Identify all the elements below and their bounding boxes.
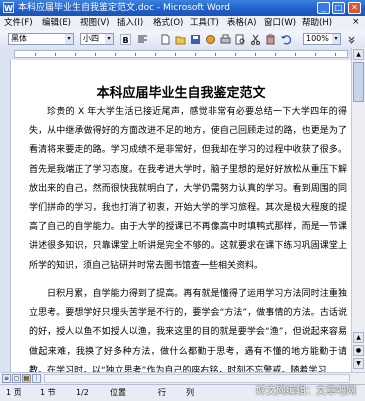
chevron-down-icon: ▾ — [332, 34, 340, 44]
menu-table[interactable]: 表格(A) — [227, 18, 256, 29]
cut-icon[interactable] — [250, 34, 261, 45]
status-page: 1 页 — [6, 388, 22, 397]
open-folder-icon[interactable] — [175, 34, 186, 45]
font-name-dropdown[interactable]: 黑体 ▾ — [8, 33, 74, 45]
outline-view-icon[interactable]: ⋮ — [32, 374, 41, 383]
menu-edit[interactable]: 编辑(E) — [42, 18, 71, 29]
vertical-ruler[interactable] — [0, 60, 11, 372]
menu-tools[interactable]: 工具(T) — [190, 18, 219, 29]
scroll-thumb[interactable] — [353, 62, 364, 102]
font-name-value: 黑体 — [11, 34, 27, 43]
browse-object-icon[interactable]: ● — [353, 345, 364, 356]
status-page-of: 1/2 — [76, 388, 89, 397]
menu-file[interactable]: 文件(F) — [4, 18, 33, 29]
prev-page-icon[interactable]: ▲ — [353, 332, 364, 343]
print-icon[interactable] — [220, 34, 231, 45]
document-title: 本科应届毕业生自我鉴定范文 — [96, 86, 266, 101]
toolbar-options-icon[interactable] — [346, 34, 357, 45]
status-section: 1 节 — [40, 388, 56, 397]
menu-bar: 文件(F) 编辑(E) 视图(V) 插入(I) 格式(O) 工具(T) 表格(A… — [0, 16, 365, 32]
font-size-value: 小四 — [83, 34, 99, 43]
font-size-dropdown[interactable]: 小四 ▾ — [80, 33, 114, 45]
status-column: 列 — [186, 388, 194, 397]
ruler-scale — [14, 50, 348, 58]
menu-help[interactable]: 帮助(H) — [302, 18, 332, 29]
zoom-value: 100% — [306, 34, 329, 43]
menu-format[interactable]: 格式(O) — [153, 18, 183, 29]
menu-insert[interactable]: 插入(I) — [117, 18, 143, 29]
menu-window[interactable]: 窗口(W) — [264, 18, 296, 29]
horizontal-scrollbar[interactable] — [44, 374, 350, 383]
status-position: 位置 — [110, 388, 126, 397]
menu-view[interactable]: 视图(V) — [80, 18, 109, 29]
maximize-button[interactable]: □ — [332, 2, 345, 14]
status-line: 行 — [158, 388, 166, 397]
print-layout-icon[interactable]: ▤ — [22, 374, 31, 383]
web-view-icon[interactable]: ◻ — [12, 374, 21, 383]
toolbar: 黑体 ▾ 小四 ▾ B 100% ▾ — [0, 31, 365, 49]
title-bar: W 本科应届毕业生自我鉴定范文.doc - Microsoft Word _ □… — [0, 0, 365, 16]
document-page[interactable]: 本科应届毕业生自我鉴定范文 珍贵的 X 年大学生活已接近尾声，感觉非常有必要总结… — [11, 60, 351, 372]
zoom-dropdown[interactable]: 100% ▾ — [303, 33, 341, 45]
watermark: 好文网编辑：文章吧网 — [256, 386, 356, 397]
permission-icon[interactable] — [205, 34, 216, 45]
doc-close-icon[interactable]: × — [352, 17, 360, 28]
new-document-icon[interactable] — [160, 34, 171, 45]
minimize-button[interactable]: _ — [317, 2, 330, 14]
vertical-scrollbar[interactable]: ▲ ▲ ● ▼ — [351, 48, 365, 372]
next-page-icon[interactable]: ▼ — [353, 358, 364, 369]
undo-icon[interactable] — [280, 34, 292, 45]
normal-view-icon[interactable]: ≡ — [2, 374, 11, 383]
scroll-up-icon[interactable]: ▲ — [353, 49, 364, 60]
close-button[interactable]: ✕ — [348, 2, 361, 14]
document-paragraph: 珍贵的 X 年大学生活已接近尾声，感觉非常有必要总结一下大学四年的得失，从中继承… — [29, 107, 347, 271]
bold-button[interactable]: B — [120, 34, 131, 45]
window-title: 本科应届毕业生自我鉴定范文.doc - Microsoft Word — [18, 3, 230, 13]
save-icon[interactable] — [190, 34, 201, 45]
chevron-down-icon: ▾ — [105, 34, 113, 44]
paste-icon[interactable] — [265, 34, 276, 45]
document-paragraph: 日积月累，自学能力得到了提高。再有就是懂得了运用学习方法同时注重独立思考。要想学… — [29, 289, 347, 372]
chevron-down-icon: ▾ — [65, 34, 73, 44]
word-app-icon[interactable]: W — [3, 2, 14, 13]
align-left-icon[interactable] — [137, 34, 148, 45]
print-preview-icon[interactable] — [235, 34, 246, 45]
